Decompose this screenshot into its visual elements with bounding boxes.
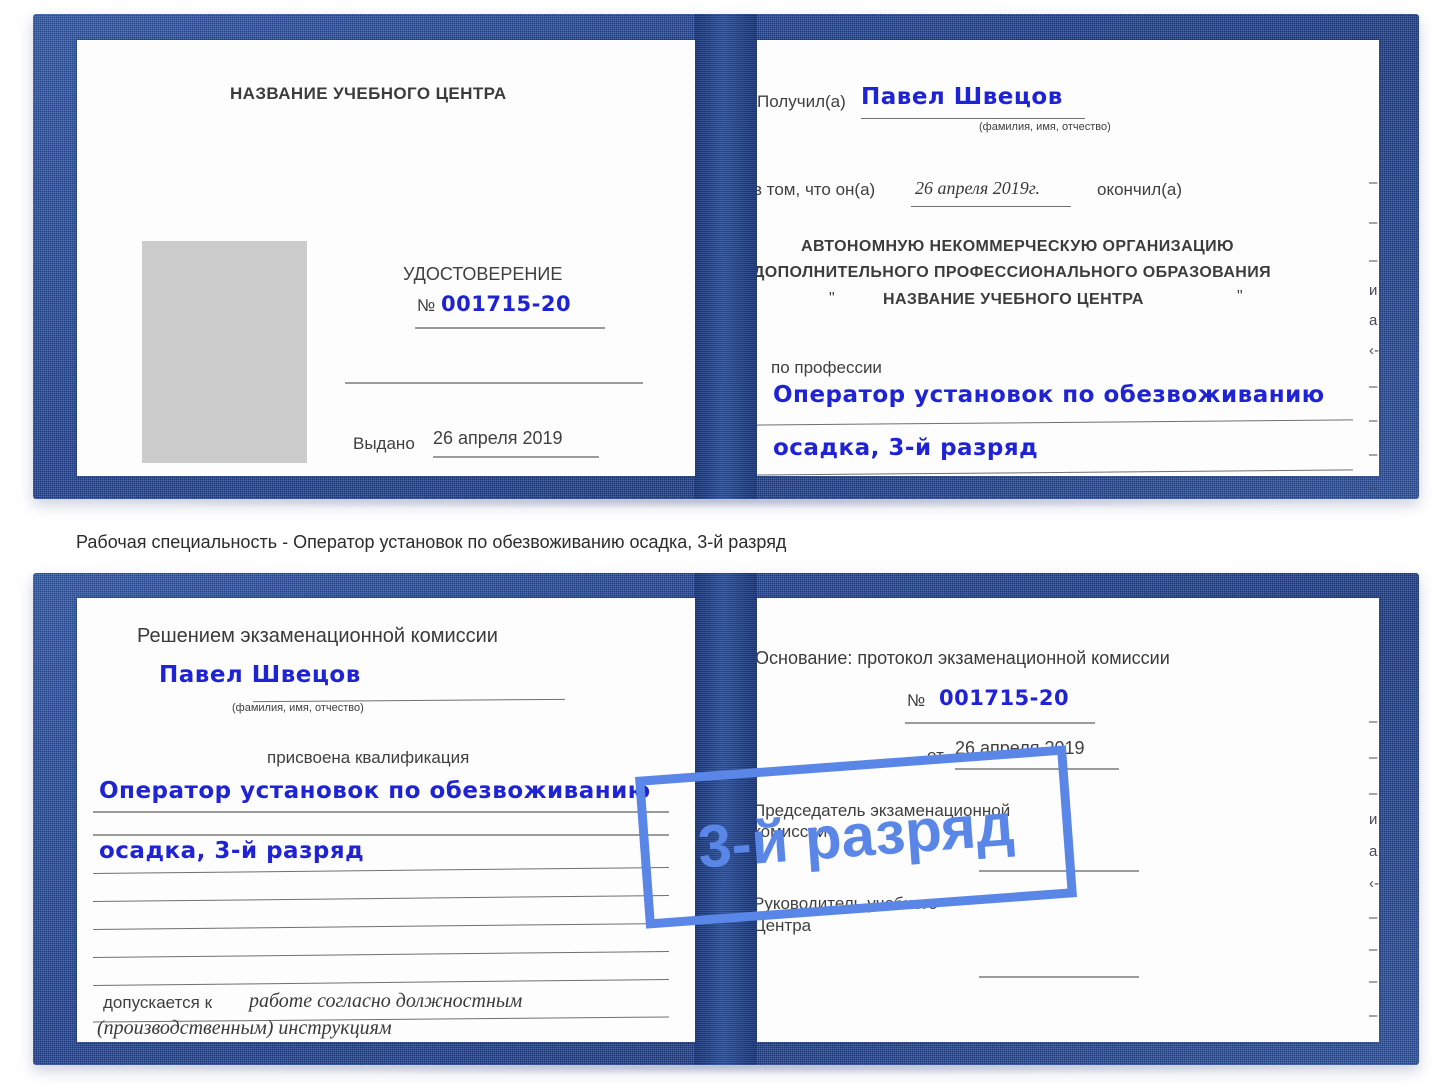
top-left-issued-label: Выдано <box>353 434 415 453</box>
bottom-left-admitted-line2: (производственным) инструкциям <box>97 1017 392 1039</box>
bottom-left-rule-6 <box>93 950 669 959</box>
bottom-left-name-value: Павел Швецов <box>159 662 361 688</box>
top-right-page: Получил(а) Павел Швецов (фамилия, имя, о… <box>739 40 1379 476</box>
bottom-right-number-value: 001715-20 <box>939 686 1070 710</box>
edge-fragment: а <box>1369 843 1378 860</box>
edge-fragment: – <box>1369 252 1378 269</box>
edge-fragment: – <box>1369 973 1378 990</box>
top-right-received-hint: (фамилия, имя, отчество) <box>979 121 1111 133</box>
bottom-right-head-sign-rule <box>979 976 1139 978</box>
top-right-received-value: Павел Швецов <box>861 84 1063 110</box>
rank-badge: 3-й разряд <box>635 745 1077 929</box>
bottom-left-admitted-line1: работе согласно должностным <box>249 990 523 1012</box>
top-right-org-quote-close: " <box>1237 288 1243 305</box>
bottom-left-qualification-line2: осадка, 3-й разряд <box>99 838 365 864</box>
top-left-number-value: 001715-20 <box>441 292 572 316</box>
top-right-that-label: в том, что он(а) <box>753 180 876 199</box>
bottom-left-name-hint: (фамилия, имя, отчество) <box>232 702 364 714</box>
top-right-profession-rule2 <box>753 469 1353 476</box>
edge-fragment: ‹- <box>1369 342 1379 359</box>
bottom-left-qualification-label: присвоена квалификация <box>267 748 470 767</box>
edge-fragment: и <box>1369 811 1378 828</box>
top-left-blank-rule <box>345 382 643 384</box>
top-right-org-line2: ДОПОЛНИТЕЛЬНОГО ПРОФЕССИОНАЛЬНОГО ОБРАЗО… <box>753 264 1272 281</box>
edge-fragment: – <box>1369 1007 1378 1024</box>
top-left-doc-title: УДОСТОВЕРЕНИЕ <box>403 264 563 284</box>
edge-fragment: – <box>1369 412 1378 429</box>
bottom-left-rule-4 <box>93 894 669 903</box>
edge-fragment: – <box>1369 749 1378 766</box>
bottom-left-rule-1 <box>93 811 669 813</box>
bottom-left-heading: Решением экзаменационной комиссии <box>137 625 498 647</box>
bottom-left-rule-3 <box>93 866 669 875</box>
top-right-org-line3: НАЗВАНИЕ УЧЕБНОГО ЦЕНТРА <box>883 291 1144 308</box>
edge-fragment: – <box>1369 446 1378 463</box>
edge-fragment: – <box>1369 909 1378 926</box>
top-right-profession-label: по профессии <box>771 358 882 377</box>
bottom-left-page: Решением экзаменационной комиссии Павел … <box>77 598 709 1042</box>
bottom-left-qualification-line1: Оператор установок по обезвоживанию <box>99 778 651 804</box>
top-right-date-rule <box>911 206 1071 207</box>
top-right-received-label: Получил(а) <box>757 92 846 111</box>
top-left-page: НАЗВАНИЕ УЧЕБНОГО ЦЕНТРА УДОСТОВЕРЕНИЕ №… <box>77 40 709 476</box>
edge-fragment: – <box>1369 941 1378 958</box>
top-right-profession-line2: осадка, 3-й разряд <box>773 435 1039 461</box>
bottom-right-number-rule <box>905 722 1095 724</box>
book-spine-top <box>695 14 757 499</box>
top-left-issued-value: 26 апреля 2019 <box>433 428 563 448</box>
caption-text: Рабочая специальность - Оператор установ… <box>76 532 787 552</box>
edge-fragment: – <box>1369 378 1378 395</box>
bottom-left-rule-2 <box>93 834 669 836</box>
edge-fragment: – <box>1369 785 1378 802</box>
top-right-profession-line1: Оператор установок по обезвоживанию <box>773 382 1325 408</box>
top-left-number-rule <box>415 327 605 329</box>
edge-fragment: – <box>1369 214 1378 231</box>
top-right-finished-label: окончил(а) <box>1097 180 1182 199</box>
top-right-completion-date: 26 апреля 2019г. <box>915 178 1041 198</box>
top-left-issued-rule <box>433 456 599 458</box>
bottom-right-basis-label: Основание: протокол экзаменационной коми… <box>755 648 1170 668</box>
top-left-number-symbol: № <box>417 296 436 315</box>
bottom-right-number-symbol: № <box>907 691 926 710</box>
edge-fragment: – <box>1369 713 1378 730</box>
top-right-profession-rule1 <box>753 419 1353 426</box>
photo-placeholder <box>142 241 307 463</box>
edge-fragment: а <box>1369 312 1378 329</box>
edge-fragment: и <box>1369 282 1378 299</box>
top-right-org-line1: АВТОНОМНУЮ НЕКОММЕРЧЕСКУЮ ОРГАНИЗАЦИЮ <box>801 238 1234 255</box>
edge-fragment: ‹- <box>1369 875 1379 892</box>
edge-fragment: – <box>1369 480 1378 497</box>
certificate-top: НАЗВАНИЕ УЧЕБНОГО ЦЕНТРА УДОСТОВЕРЕНИЕ №… <box>33 14 1419 509</box>
bottom-left-rule-7 <box>93 978 669 987</box>
bottom-left-rule-5 <box>93 922 669 931</box>
edge-fragment: – <box>1369 174 1378 191</box>
bottom-left-admitted-label: допускается к <box>103 993 213 1012</box>
top-right-org-quote-open: " <box>829 290 835 307</box>
top-left-center-name: НАЗВАНИЕ УЧЕБНОГО ЦЕНТРА <box>230 84 507 103</box>
top-right-received-rule <box>861 118 1085 119</box>
